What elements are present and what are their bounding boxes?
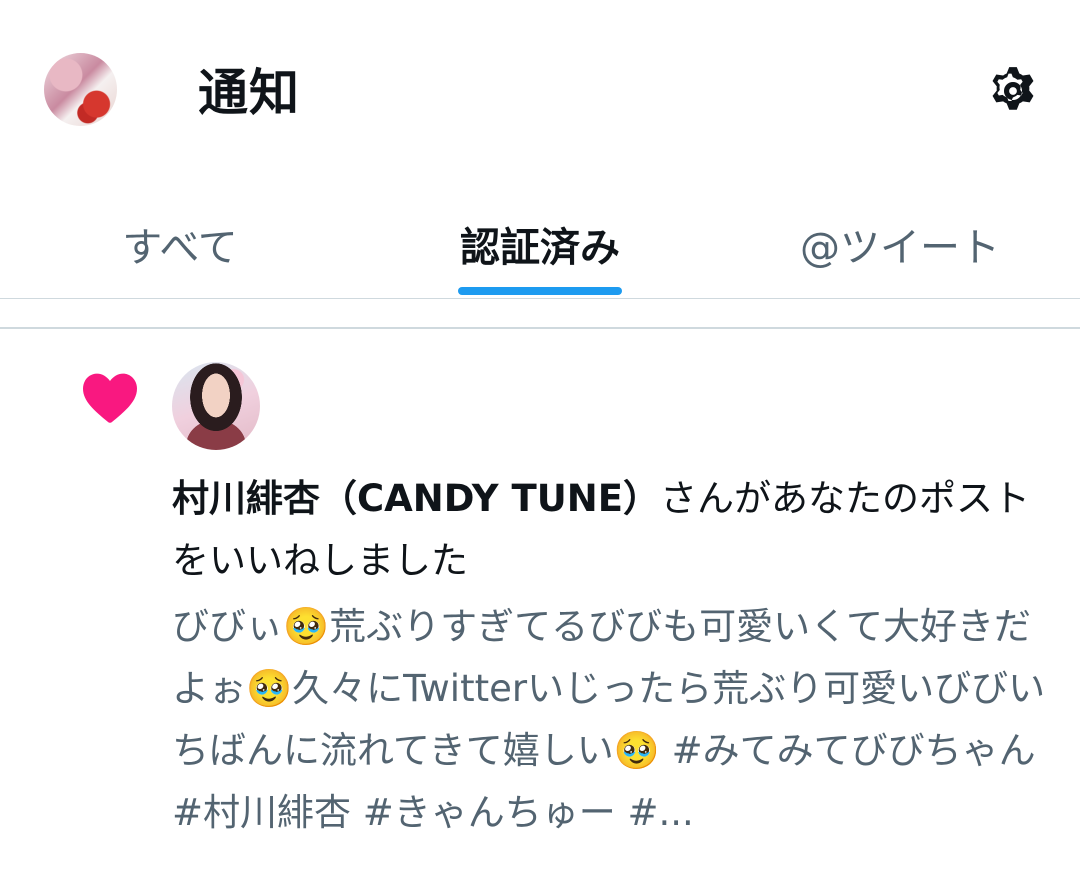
page-title: 通知 — [198, 64, 300, 122]
notification-text: 村川緋杏（CANDY TUNE）さんがあなたのポストをいいねしました — [172, 468, 1052, 592]
app-header: 通知 — [0, 0, 1080, 190]
active-tab-indicator — [458, 287, 622, 295]
liker-avatar[interactable] — [172, 362, 260, 450]
heart-icon — [80, 370, 140, 424]
gear-icon[interactable] — [982, 60, 1044, 122]
user-name[interactable]: 村川緋杏（CANDY TUNE） — [172, 477, 660, 520]
notification-tabs: すべて 認証済み @ツイート — [0, 190, 1080, 299]
tab-verified[interactable]: 認証済み — [410, 190, 670, 298]
profile-avatar[interactable] — [44, 53, 117, 126]
tweet-text[interactable]: びびぃ🥹荒ぶりすぎてるびびも可愛いくて大好きだよぉ🥹久々にTwitterいじった… — [172, 596, 1052, 844]
tab-all[interactable]: すべて — [60, 190, 300, 298]
tab-mentions[interactable]: @ツイート — [770, 190, 1030, 298]
